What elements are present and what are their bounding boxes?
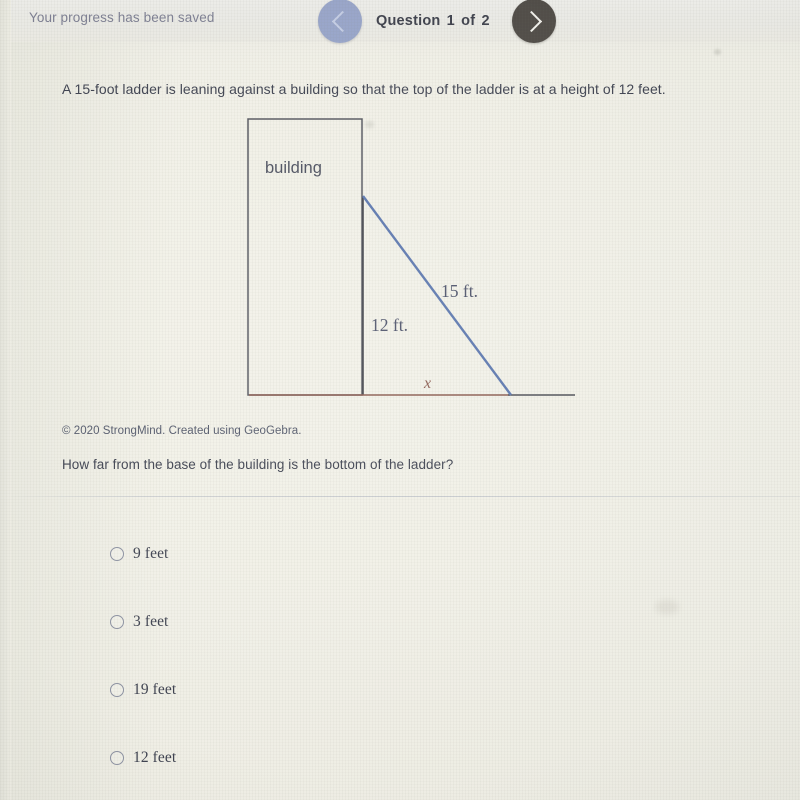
question-of-word: of bbox=[461, 13, 476, 29]
question-counter: Question 1 of 2 bbox=[362, 13, 506, 29]
answer-option-label: 9 feet bbox=[133, 545, 169, 562]
answer-option-label: 12 feet bbox=[133, 749, 177, 766]
answer-option-1[interactable]: 3 feet bbox=[0, 588, 800, 656]
answer-option-0[interactable]: 9 feet bbox=[0, 520, 800, 588]
sub-question-text: How far from the base of the building is… bbox=[62, 457, 454, 472]
answer-options-list: 9 feet 3 feet 19 feet 12 feet bbox=[0, 520, 800, 792]
top-navigation-bar: Your progress has been saved Question 1 … bbox=[0, 0, 800, 43]
answer-option-label: 3 feet bbox=[133, 613, 169, 630]
next-question-button[interactable] bbox=[511, 0, 556, 43]
chevron-right-icon bbox=[521, 10, 543, 32]
screenshot-page: Your progress has been saved Question 1 … bbox=[0, 0, 800, 800]
radio-button-icon[interactable] bbox=[110, 751, 124, 765]
ladder-diagram: building 15 ft. 12 ft. x bbox=[0, 100, 800, 410]
height-length-label: 12 ft. bbox=[371, 315, 408, 335]
section-divider bbox=[0, 496, 800, 497]
answer-option-label: 19 feet bbox=[133, 681, 177, 698]
question-navigation: Question 1 of 2 bbox=[318, 0, 556, 43]
base-variable-label: x bbox=[423, 375, 431, 392]
question-current: 1 bbox=[446, 13, 455, 29]
previous-question-button[interactable] bbox=[318, 0, 362, 43]
radio-button-icon[interactable] bbox=[110, 683, 124, 697]
ladder-segment bbox=[362, 195, 512, 396]
radio-button-icon[interactable] bbox=[110, 547, 124, 561]
question-prompt-text: A 15-foot ladder is leaning against a bu… bbox=[62, 81, 666, 97]
photo-smudge bbox=[714, 49, 721, 55]
radio-button-icon[interactable] bbox=[110, 615, 124, 629]
answer-option-3[interactable]: 12 feet bbox=[0, 724, 800, 792]
progress-saved-text: Your progress has been saved bbox=[29, 10, 215, 25]
figure-credit: © 2020 StrongMind. Created using GeoGebr… bbox=[62, 425, 302, 437]
screen-left-edge bbox=[0, 0, 11, 800]
ladder-length-label: 15 ft. bbox=[441, 281, 478, 301]
building-label: building bbox=[265, 159, 322, 177]
chevron-left-icon bbox=[331, 10, 353, 32]
question-total: 2 bbox=[481, 13, 490, 29]
question-word: Question bbox=[376, 13, 441, 29]
answer-option-2[interactable]: 19 feet bbox=[0, 656, 800, 724]
